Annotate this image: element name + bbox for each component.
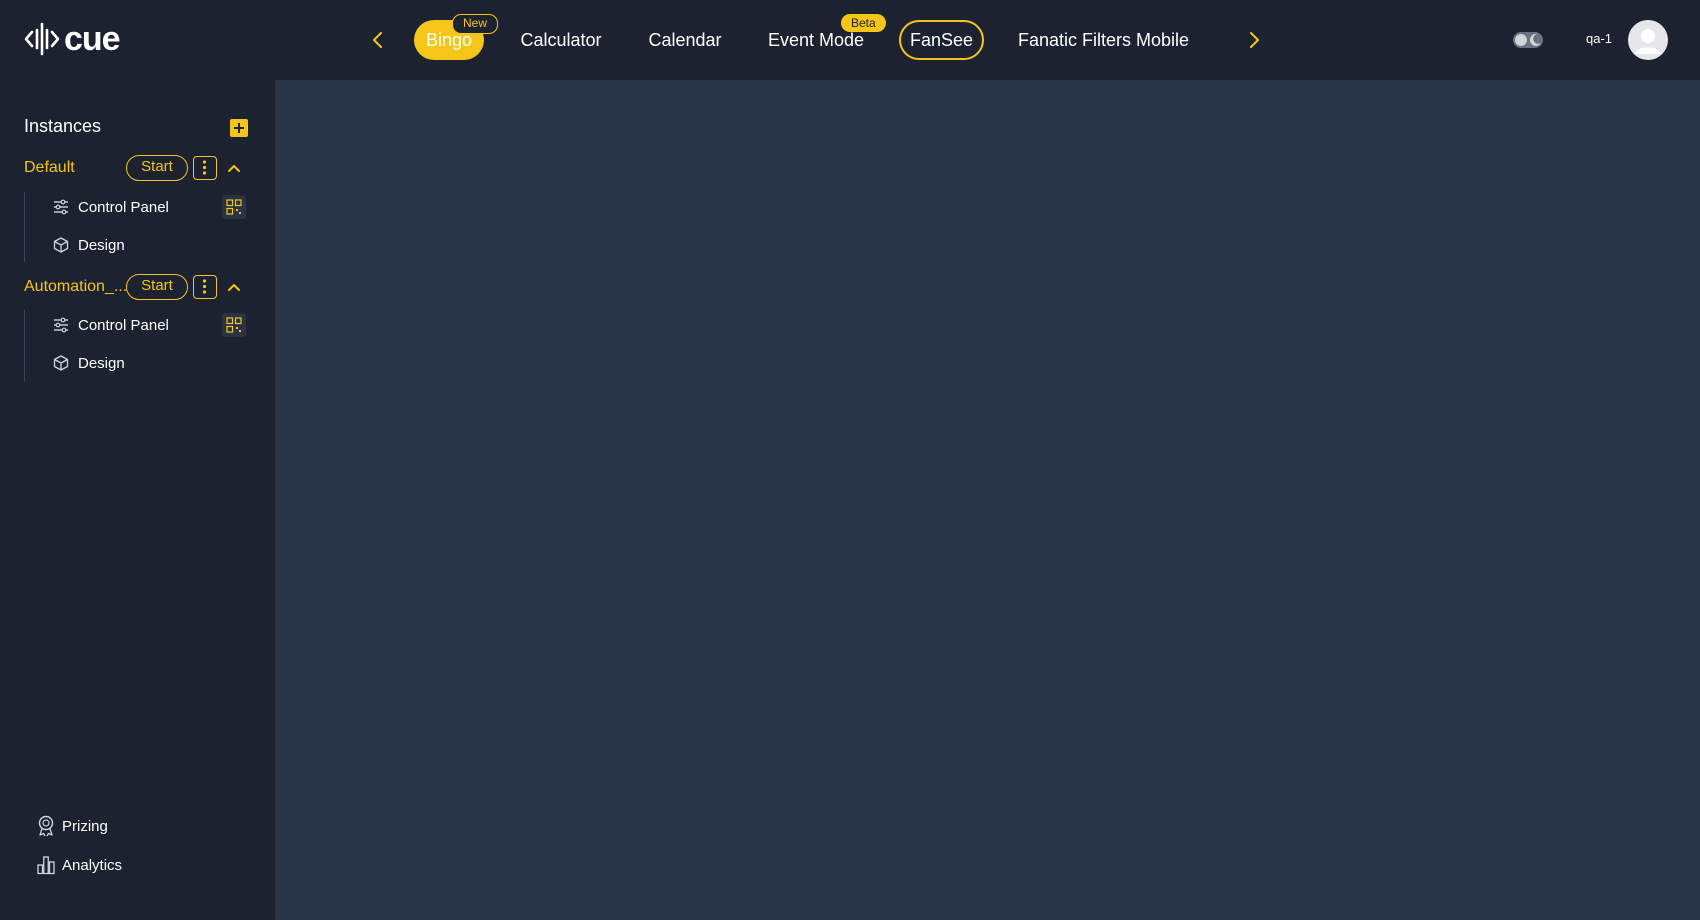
chevron-up-icon[interactable] [226, 279, 242, 295]
instance-name-automation[interactable]: Automation_... [24, 278, 127, 296]
cue-logo[interactable]: cue [24, 20, 121, 58]
bar-chart-icon [37, 856, 55, 875]
beta-badge: Beta [841, 14, 886, 32]
instance-menu-button[interactable] [193, 156, 217, 180]
plus-icon [234, 123, 244, 133]
sub-item-label: Control Panel [78, 316, 169, 334]
chevron-up-icon[interactable] [226, 160, 242, 176]
sidebar-item-analytics[interactable]: Analytics [36, 855, 122, 875]
cube-icon [53, 355, 69, 371]
waveform-logo-icon [24, 22, 60, 56]
username: qa-1 [1586, 31, 1613, 46]
award-icon [38, 815, 54, 837]
user-avatar-icon [1635, 29, 1661, 54]
design-item[interactable]: Design [52, 233, 125, 257]
tab-calendar[interactable]: Calendar [644, 20, 726, 60]
tab-fanatic-filters-mobile[interactable]: Fanatic Filters Mobile [1018, 20, 1190, 60]
user-avatar[interactable] [1628, 20, 1668, 60]
tab-calculator[interactable]: Calculator [512, 20, 610, 60]
sliders-icon [54, 317, 68, 333]
main-content-area [275, 80, 1700, 920]
start-button[interactable]: Start [126, 155, 188, 181]
kebab-icon [202, 279, 207, 294]
qr-code-icon [226, 199, 242, 215]
instance-menu-button[interactable] [193, 275, 217, 299]
control-panel-item[interactable]: Control Panel [52, 195, 169, 219]
theme-toggle[interactable] [1512, 30, 1544, 50]
chevron-left-icon[interactable] [366, 26, 390, 54]
new-badge: New [452, 14, 499, 34]
sliders-icon [54, 199, 68, 215]
moon-toggle-icon [1513, 32, 1543, 48]
start-button[interactable]: Start [126, 274, 188, 300]
tab-label: Fanatic Filters Mobile [1018, 30, 1190, 50]
instance-name-default[interactable]: Default [24, 159, 75, 177]
design-item[interactable]: Design [52, 351, 125, 375]
instances-title: Instances [24, 116, 102, 136]
tab-label: FanSee [909, 30, 974, 50]
logo-text: cue [64, 20, 121, 58]
tab-label: Calendar [648, 30, 722, 50]
top-bar: cue Bingo New Calculator Calendar Event … [0, 0, 1700, 80]
sub-item-label: Control Panel [78, 198, 169, 216]
sub-item-label: Design [78, 354, 125, 372]
qr-code-button[interactable] [222, 195, 246, 219]
tab-fansee[interactable]: FanSee [899, 20, 984, 60]
sub-item-label: Design [78, 236, 125, 254]
qr-code-button[interactable] [222, 313, 246, 337]
cube-icon [53, 237, 69, 253]
qr-code-icon [226, 317, 242, 333]
tab-label: Event Mode [767, 30, 865, 50]
tab-label: Calculator [520, 30, 602, 50]
kebab-icon [202, 160, 207, 175]
tree-line [24, 310, 25, 381]
sidebar-item-prizing[interactable]: Prizing [36, 815, 108, 837]
tree-line [24, 192, 25, 262]
add-instance-button[interactable] [230, 119, 248, 137]
chevron-right-icon[interactable] [1242, 26, 1266, 54]
sidebar-item-label: Prizing [62, 817, 108, 835]
sidebar-item-label: Analytics [62, 856, 123, 874]
control-panel-item[interactable]: Control Panel [52, 313, 169, 337]
